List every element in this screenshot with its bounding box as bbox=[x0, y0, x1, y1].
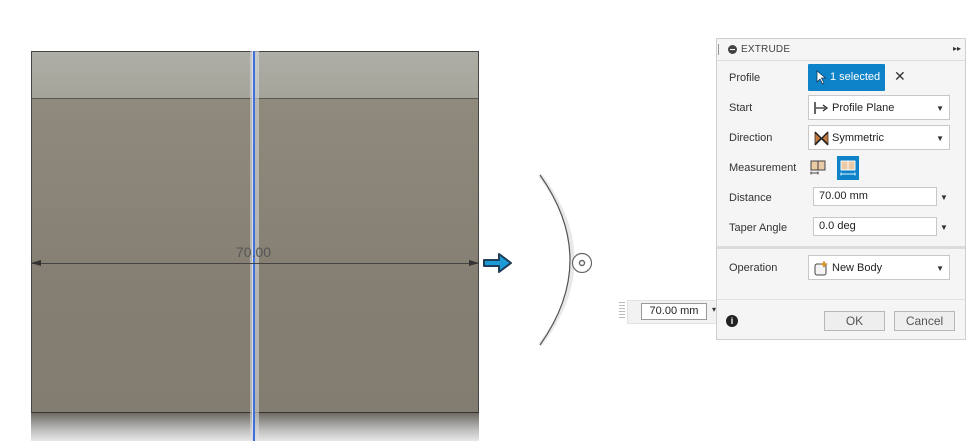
distance-field[interactable]: 70.00 mm bbox=[813, 187, 937, 206]
footer-divider bbox=[717, 299, 965, 300]
direction-dropdown[interactable]: Symmetric ▼ bbox=[808, 125, 950, 150]
ok-button[interactable]: OK bbox=[824, 311, 885, 331]
start-dropdown[interactable]: Profile Plane ▼ bbox=[808, 95, 950, 120]
distance-label: Distance bbox=[729, 192, 772, 204]
measurement-label: Measurement bbox=[729, 162, 797, 174]
expand-icon[interactable]: ▸▸ bbox=[953, 44, 961, 53]
profile-select-button[interactable]: 1 selected bbox=[808, 64, 885, 91]
dimension-arrow-right bbox=[469, 260, 479, 266]
extrude-panel: EXTRUDE ▸▸ Profile 1 selected ✕ Start Pr… bbox=[716, 38, 966, 340]
dropdown-caret-icon: ▼ bbox=[936, 264, 944, 273]
dimension-input[interactable]: 70.00 mm bbox=[641, 303, 707, 320]
info-icon[interactable]: i bbox=[726, 315, 738, 327]
start-value: Profile Plane bbox=[832, 102, 895, 114]
dimension-line bbox=[31, 263, 479, 264]
profile-selection-count: 1 selected bbox=[830, 71, 881, 83]
dropdown-caret-icon[interactable]: ▼ bbox=[940, 193, 948, 202]
taper-angle-label: Taper Angle bbox=[729, 222, 788, 234]
panel-grip[interactable] bbox=[718, 44, 721, 55]
cancel-button[interactable]: Cancel bbox=[894, 311, 955, 331]
symmetric-icon bbox=[814, 131, 829, 146]
direction-label: Direction bbox=[729, 132, 773, 144]
start-label: Start bbox=[729, 102, 753, 114]
section-divider bbox=[717, 246, 965, 249]
close-icon[interactable]: ✕ bbox=[894, 68, 906, 85]
dimension-arrow-left bbox=[31, 260, 41, 266]
panel-header[interactable]: EXTRUDE ▸▸ bbox=[717, 39, 965, 61]
cursor-icon bbox=[816, 70, 827, 85]
profile-plane-icon bbox=[814, 102, 828, 114]
collapse-icon[interactable] bbox=[728, 45, 737, 54]
measure-one-side-icon[interactable] bbox=[809, 159, 827, 177]
direction-value: Symmetric bbox=[832, 132, 884, 144]
dropdown-caret-icon: ▼ bbox=[936, 134, 944, 143]
measure-whole-button[interactable] bbox=[837, 156, 859, 180]
taper-angle-field[interactable]: 0.0 deg bbox=[813, 217, 937, 236]
dropdown-caret-icon[interactable]: ▼ bbox=[940, 223, 948, 232]
operation-label: Operation bbox=[729, 262, 778, 274]
drag-grip[interactable] bbox=[619, 302, 625, 320]
profile-label: Profile bbox=[729, 72, 761, 84]
manipulator-handle[interactable] bbox=[571, 252, 593, 274]
panel-title: EXTRUDE bbox=[741, 44, 791, 55]
new-body-icon bbox=[814, 260, 829, 276]
operation-value: New Body bbox=[832, 262, 883, 274]
dimension-label: 70.00 bbox=[236, 244, 272, 260]
measure-whole-icon bbox=[840, 160, 856, 176]
operation-dropdown[interactable]: New Body ▼ bbox=[808, 255, 950, 280]
dropdown-caret-icon: ▼ bbox=[936, 104, 944, 113]
